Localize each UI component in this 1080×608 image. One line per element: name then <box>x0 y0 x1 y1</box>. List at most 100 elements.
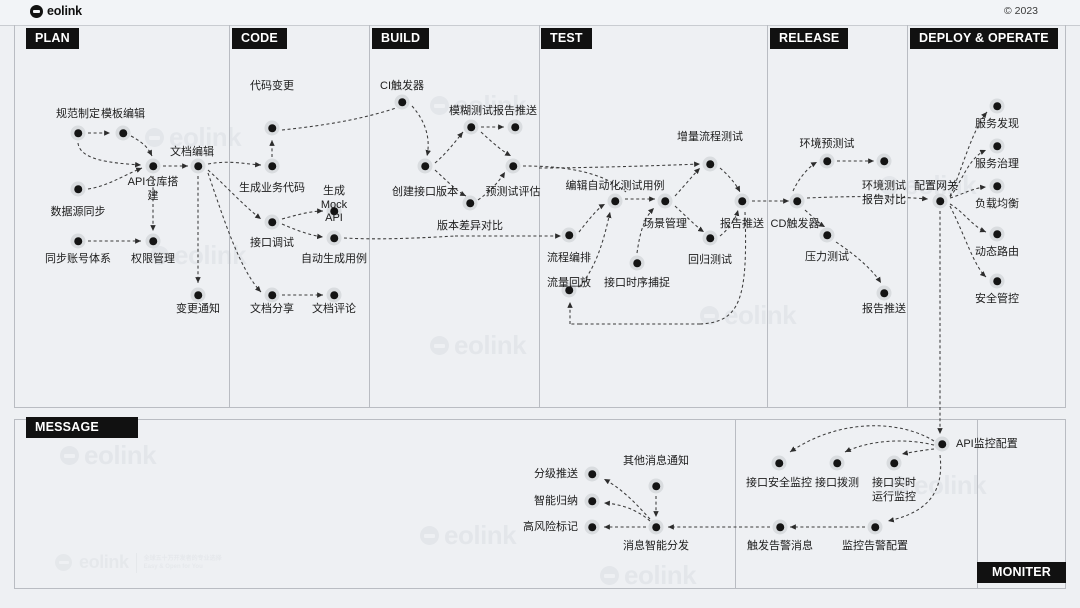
node-qitaxiaoxi[interactable] <box>648 478 664 494</box>
node-label-huanjingy: 环境预测试 <box>799 138 855 150</box>
node-tongbuzh[interactable] <box>70 233 86 249</box>
node-gaofengxian[interactable] <box>584 519 600 535</box>
node-label-mubanbj: 模板编辑 <box>101 108 145 120</box>
node-label-gaofengxian: 高风险标记 <box>523 521 578 533</box>
node-label-baogaots3: 报告推送 <box>862 303 906 315</box>
node-cdchufq[interactable] <box>789 193 805 209</box>
node-label-baogaots2: 报告推送 <box>720 218 764 230</box>
node-label-chuangjian: 创建接口版本 <box>392 186 458 198</box>
node-label-qitaxiaoxi: 其他消息通知 <box>623 455 689 467</box>
node-quanxian[interactable] <box>145 233 161 249</box>
node-label-mohuceshi: 模糊测试 <box>449 105 493 117</box>
node-bianjizdh[interactable] <box>607 193 623 209</box>
node-mubanbj[interactable] <box>115 125 131 141</box>
eolink-logo: eolink <box>30 4 82 18</box>
section-label-plan[interactable]: PLAN <box>26 28 79 49</box>
node-label-shengcheng: 生成业务代码 <box>239 182 305 194</box>
node-jiekoushx[interactable] <box>629 255 645 271</box>
column-divider <box>539 25 540 408</box>
node-anquangk[interactable] <box>989 273 1005 289</box>
node-baogaots2[interactable] <box>734 193 750 209</box>
node-chuangjian[interactable] <box>417 158 433 174</box>
node-daimabg[interactable] <box>264 120 280 136</box>
section-label-message[interactable]: MESSAGE <box>26 417 138 438</box>
node-wendangfx[interactable] <box>264 287 280 303</box>
node-label-jiekoubc: 接口拨测 <box>815 477 859 489</box>
footer-watermark: eolink 全球五十万开发者的专业选择 Easy & Open for You <box>55 552 222 573</box>
node-huiguicsh[interactable] <box>702 230 718 246</box>
node-jiekouaq[interactable] <box>771 455 787 471</box>
node-zidongyl[interactable] <box>326 230 342 246</box>
node-label-jiekousshi: 接口实时运行监控 <box>872 477 916 503</box>
node-shujuyuan[interactable] <box>70 181 86 197</box>
node-apicangku[interactable] <box>145 158 161 174</box>
node-label-wendangbj: 文档编辑 <box>170 146 214 158</box>
node-chufagj[interactable] <box>772 519 788 535</box>
node-label-jiankonggj: 监控告警配置 <box>842 540 908 552</box>
node-liuchengbp[interactable] <box>561 227 577 243</box>
section-label-moniter[interactable]: MONITER <box>977 562 1066 583</box>
node-label-daimabg: 代码变更 <box>250 80 294 92</box>
node-label-bianjizdh: 编辑自动化测试用例 <box>565 180 665 192</box>
node-yuceshipg[interactable] <box>505 158 521 174</box>
node-label-shujuyuan: 数据源同步 <box>50 206 106 218</box>
node-label-dongtaily: 动态路由 <box>975 246 1019 258</box>
node-baogaots1[interactable] <box>507 119 523 135</box>
node-label-cdchufq: CD触发器 <box>770 218 820 230</box>
column-divider <box>229 25 230 408</box>
node-wendangpl[interactable] <box>326 287 342 303</box>
node-huanjingcs[interactable] <box>876 153 892 169</box>
node-label-biangeng: 变更通知 <box>176 303 220 315</box>
node-shengcheng[interactable] <box>264 158 280 174</box>
node-label-jiekoushx: 接口时序捕捉 <box>604 277 670 289</box>
node-label-xiaoxizn: 消息智能分发 <box>623 540 689 552</box>
node-wendangbj[interactable] <box>190 158 206 174</box>
node-guifan[interactable] <box>70 125 86 141</box>
node-fuwuzl[interactable] <box>989 138 1005 154</box>
eolink-logo-icon <box>30 4 43 18</box>
node-yalicesh[interactable] <box>819 227 835 243</box>
node-label-fenjitui: 分级推送 <box>534 468 578 480</box>
node-banbency[interactable] <box>462 195 478 211</box>
node-label-liuchengbp: 流程编排 <box>547 252 591 264</box>
node-label-huanjingcs: 环境测试报告对比 <box>862 180 906 206</box>
node-fuzaijh[interactable] <box>989 178 1005 194</box>
node-label-jiekouaq: 接口安全监控 <box>746 477 812 489</box>
node-label-liuliangHF: 流量回放 <box>547 277 591 289</box>
footer-tagline-cn: 全球五十万开发者的专业选择 <box>143 555 222 562</box>
section-label-release[interactable]: RELEASE <box>770 28 849 49</box>
node-fuwufx[interactable] <box>989 98 1005 114</box>
section-label-code[interactable]: CODE <box>232 28 287 49</box>
node-changjing[interactable] <box>657 193 673 209</box>
node-label-zhinenggn: 智能归纳 <box>534 495 578 507</box>
node-jiekoutsh[interactable] <box>264 214 280 230</box>
node-biangeng[interactable] <box>190 287 206 303</box>
node-label-wendangpl: 文档评论 <box>312 303 356 315</box>
section-label-deploy[interactable]: DEPLOY & OPERATE <box>910 28 1058 49</box>
node-label-zidongyl: 自动生成用例 <box>301 253 367 265</box>
node-xiaoxizn[interactable] <box>648 519 664 535</box>
node-baogaots3[interactable] <box>876 285 892 301</box>
column-divider <box>735 419 736 589</box>
node-mohuceshi[interactable] <box>463 119 479 135</box>
node-label-baogaots1: 报告推送 <box>493 105 537 117</box>
node-fenjitui[interactable] <box>584 466 600 482</box>
section-label-test[interactable]: TEST <box>541 28 592 49</box>
node-jiekoubc[interactable] <box>829 455 845 471</box>
node-apijiankong[interactable] <box>934 436 950 452</box>
section-label-build[interactable]: BUILD <box>372 28 430 49</box>
node-label-peizhiwg: 配置网关 <box>914 180 958 192</box>
node-huanjingy[interactable] <box>819 153 835 169</box>
node-jiekousshi[interactable] <box>886 455 902 471</box>
node-label-cichufq: CI触发器 <box>380 80 424 92</box>
top-bar: eolink © 2023 <box>0 0 1080 26</box>
node-jiankonggj[interactable] <box>867 519 883 535</box>
node-dongtaily[interactable] <box>989 226 1005 242</box>
node-zengliang[interactable] <box>702 156 718 172</box>
node-label-mockapi: 生成Mock API <box>320 185 348 224</box>
node-label-quanxian: 权限管理 <box>131 253 175 265</box>
node-peizhiwg[interactable] <box>932 193 948 209</box>
node-zhinenggn[interactable] <box>584 493 600 509</box>
node-cichufq[interactable] <box>394 94 410 110</box>
column-divider <box>369 25 370 408</box>
